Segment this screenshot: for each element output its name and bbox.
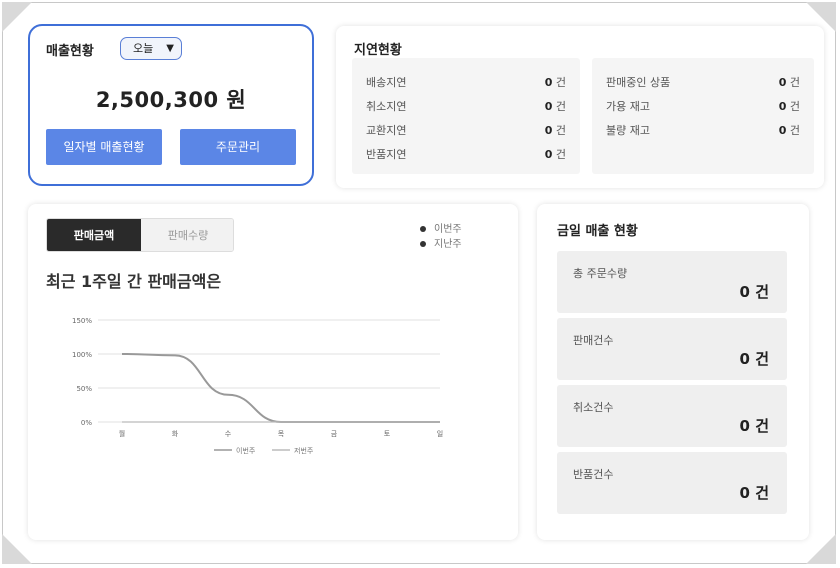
chevron-down-icon: ▼ [166,43,174,54]
chart-tabs: 판매금액 판매수량 [46,218,234,252]
list-item: 취소지연 0 건 [352,98,580,118]
delay-label: 배송지연 [366,76,407,89]
sales-status-card: 매출현황 오늘 ▼ 2,500,300 원 일자별 매출현황 주문관리 [28,24,314,186]
corner-decoration [806,534,836,564]
delay-count: 0 건 [544,100,566,113]
delay-count: 0 건 [778,100,800,113]
today-sales-card: 금일 매출 현황 총 주문수량 0 건 판매건수 0 건 취소건수 0 건 반품… [537,204,809,540]
delay-count: 0 건 [778,76,800,89]
x-tick-label: 목 [278,430,285,438]
x-tick-label: 토 [384,430,391,438]
sales-status-title: 매출현황 [46,44,94,59]
x-tick-label: 수 [225,430,232,438]
list-item: 판매중인 상품 0 건 [592,74,814,94]
order-management-button[interactable]: 주문관리 [180,129,296,165]
legend-label: 저번주 [294,446,314,455]
x-tick-label: 금 [331,430,338,438]
stat-label: 판매건수 [573,334,614,347]
x-tick-label: 일 [437,429,443,438]
delay-count: 0 건 [544,124,566,137]
dot-icon [420,226,426,232]
delay-label: 반품지연 [366,148,407,161]
legend-label: 이번주 [236,446,256,455]
stat-total-orders: 총 주문수량 0 건 [557,251,787,313]
stat-sales-count: 판매건수 0 건 [557,318,787,380]
delay-status-title: 지연현황 [354,43,402,58]
delay-count: 0 건 [544,148,566,161]
delay-label: 가용 재고 [606,100,650,113]
stat-label: 총 주문수량 [573,267,628,280]
delay-label: 취소지연 [366,100,407,113]
delay-status-card: 지연현황 배송지연 0 건 취소지연 0 건 교환지연 0 건 반품지연 0 건… [336,26,824,188]
period-select-value: 오늘 [133,42,154,55]
period-select[interactable]: 오늘 ▼ [120,37,182,60]
delay-list-left: 배송지연 0 건 취소지연 0 건 교환지연 0 건 반품지연 0 건 [352,58,580,174]
delay-label: 교환지연 [366,124,407,137]
list-item: 반품지연 0 건 [352,146,580,166]
delay-label: 판매중인 상품 [606,76,671,89]
stat-cancel-count: 취소건수 0 건 [557,385,787,447]
delay-label: 불량 재고 [606,124,650,137]
x-tick-label: 월 [119,429,125,438]
stat-value: 0 건 [739,484,769,502]
chart-legend: 이번주 지난주 [420,222,462,252]
today-sales-title: 금일 매출 현황 [557,224,638,239]
sales-chart-card: 판매금액 판매수량 이번주 지난주 최근 1주일 간 판매금액은 0% 50% 10… [28,204,518,540]
line-chart: 0% 50% 100% 150% 월 화 수 목 금 토 일이번주 저번주 [72,317,443,455]
stat-label: 반품건수 [573,468,614,481]
delay-count: 0 건 [544,76,566,89]
x-tick-label: 화 [172,430,179,438]
list-item: 교환지연 0 건 [352,122,580,142]
delay-count: 0 건 [778,124,800,137]
chart-headline: 최근 1주일 간 판매금액은 [46,272,222,291]
legend-item-this-week: 이번주 [420,222,462,237]
list-item: 가용 재고 0 건 [592,98,814,118]
y-tick-label: 0% [81,419,92,427]
y-tick-label: 150% [72,317,92,325]
stat-label: 취소건수 [573,401,614,414]
legend-item-last-week: 지난주 [420,237,462,252]
list-item: 불량 재고 0 건 [592,122,814,142]
corner-decoration [2,534,32,564]
dot-icon [420,241,426,247]
list-item: 배송지연 0 건 [352,74,580,94]
corner-decoration [2,2,32,32]
stat-value: 0 건 [739,283,769,301]
delay-list-right: 판매중인 상품 0 건 가용 재고 0 건 불량 재고 0 건 [592,58,814,174]
stat-value: 0 건 [739,350,769,368]
tab-sales-amount[interactable]: 판매금액 [47,219,141,251]
y-tick-label: 100% [72,351,92,359]
y-tick-label: 50% [76,385,92,393]
sales-amount: 2,500,300 원 [95,88,247,112]
daily-sales-button[interactable]: 일자별 매출현황 [46,129,162,165]
stat-return-count: 반품건수 0 건 [557,452,787,514]
tab-sales-quantity[interactable]: 판매수량 [141,219,233,251]
stat-value: 0 건 [739,417,769,435]
